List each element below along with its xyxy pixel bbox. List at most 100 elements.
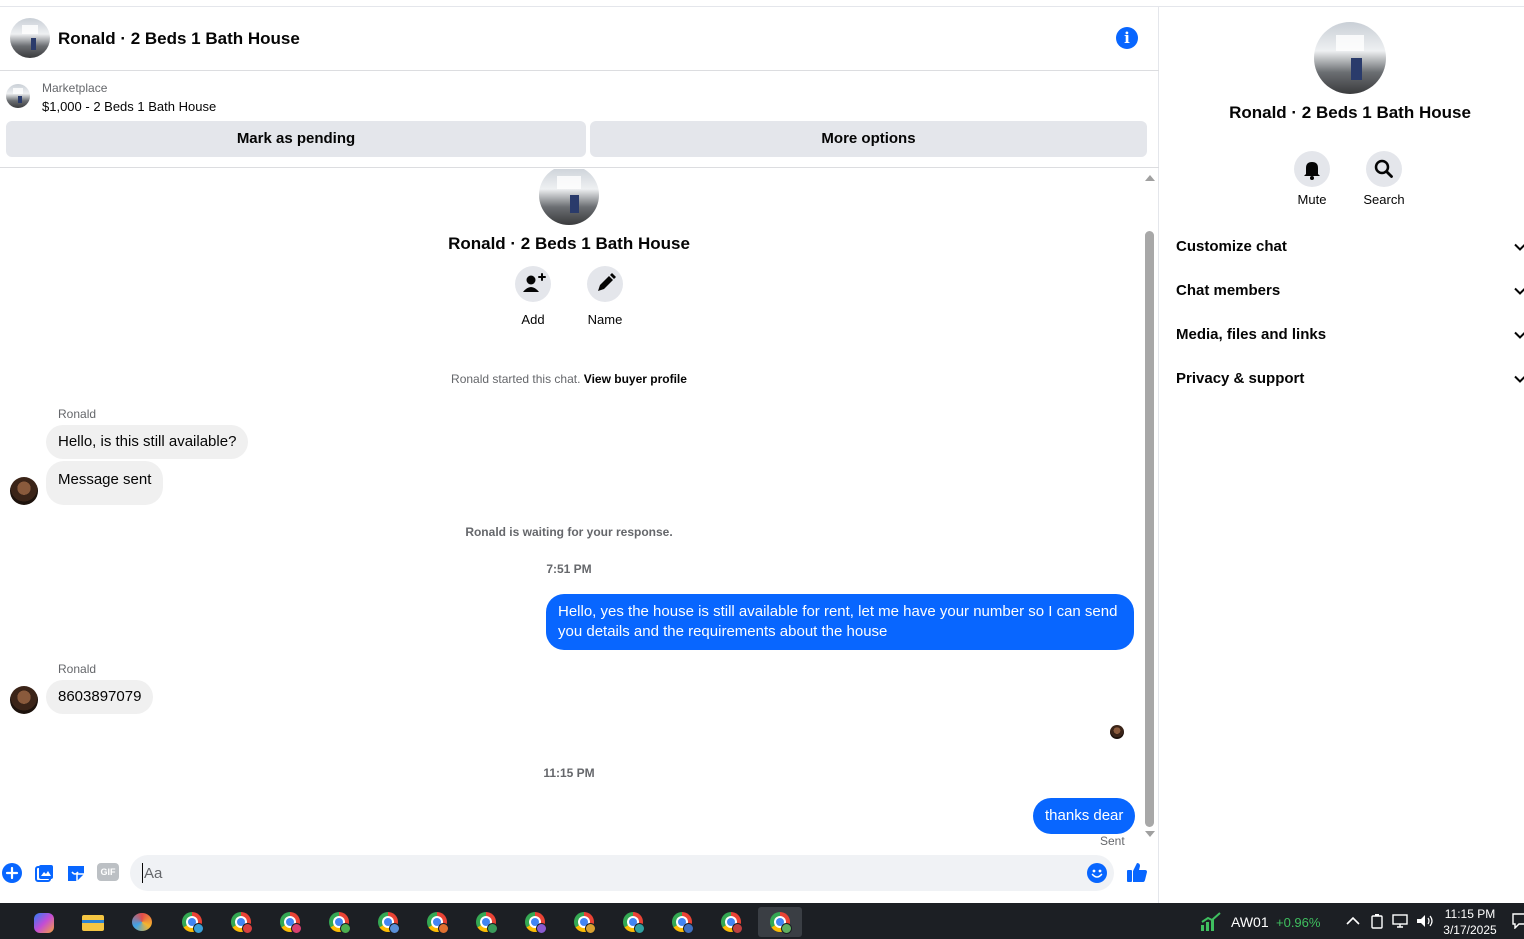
chrome-icon[interactable] <box>660 907 704 937</box>
mute-button[interactable] <box>1294 151 1330 187</box>
timestamp: 11:15 PM <box>543 766 595 780</box>
marketplace-label: Marketplace <box>42 81 108 95</box>
chrome-icon[interactable] <box>219 907 263 937</box>
chrome-icon[interactable] <box>464 907 508 937</box>
details-avatar[interactable] <box>1314 22 1386 94</box>
chat-started-text: Ronald started this chat. <box>451 372 581 386</box>
gif-icon[interactable]: GIF <box>97 863 119 881</box>
message-list[interactable]: Ronald · 2 Beds 1 Bath House Add Name Ro… <box>0 169 1159 853</box>
scroll-down-arrow[interactable] <box>1145 831 1155 837</box>
chat-members-section[interactable]: Chat members <box>1176 269 1524 313</box>
system-clock[interactable]: 11:15 PM 3/17/2025 <box>1440 906 1500 938</box>
intro-avatar <box>539 169 599 225</box>
outgoing-message[interactable]: thanks dear <box>1033 798 1136 834</box>
windows-taskbar: AW01 +0.96% 11:15 PM 3/17/2025 <box>0 903 1524 939</box>
conversation-avatar[interactable] <box>10 18 50 58</box>
photo-icon[interactable] <box>34 863 54 883</box>
thumbs-up-icon[interactable] <box>1126 861 1148 883</box>
sticker-icon[interactable] <box>66 863 86 883</box>
composer: GIF <box>0 853 1159 903</box>
privacy-support-section[interactable]: Privacy & support <box>1176 357 1524 401</box>
chevron-up-icon[interactable] <box>1346 916 1360 926</box>
timestamp: 7:51 PM <box>546 562 592 576</box>
outgoing-message[interactable]: Hello, yes the house is still available … <box>546 594 1134 650</box>
more-options-button[interactable]: More options <box>590 121 1147 157</box>
chrome-icon[interactable] <box>268 907 312 937</box>
waiting-notice: Ronald is waiting for your response. <box>465 525 673 539</box>
search-icon <box>1374 159 1393 178</box>
incoming-message[interactable]: 8603897079 <box>46 680 154 714</box>
chrome-icon[interactable] <box>317 907 361 937</box>
chrome-icon[interactable] <box>415 907 459 937</box>
incoming-message[interactable]: Message sent <box>46 461 164 505</box>
add-member-button[interactable] <box>515 266 551 302</box>
chat-header: Ronald · 2 Beds 1 Bath House i <box>0 7 1159 71</box>
intro-title: Ronald · 2 Beds 1 Bath House <box>448 234 690 253</box>
chevron-down-icon <box>1514 375 1524 383</box>
conversation-title[interactable]: Ronald · 2 Beds 1 Bath House <box>58 29 300 49</box>
marketplace-banner: Marketplace $1,000 - 2 Beds 1 Bath House… <box>0 72 1159 168</box>
scroll-up-arrow[interactable] <box>1145 175 1155 181</box>
chrome-icon[interactable] <box>758 907 802 937</box>
file-explorer-taskbar-icon[interactable] <box>71 907 115 937</box>
media-files-links-section[interactable]: Media, files and links <box>1176 313 1524 357</box>
chevron-down-icon <box>1514 243 1524 251</box>
bell-icon <box>1304 162 1320 180</box>
chrome-icon[interactable] <box>611 907 655 937</box>
clock-time: 11:15 PM <box>1444 907 1496 921</box>
message-scrollbar[interactable] <box>1141 173 1157 845</box>
chevron-down-icon <box>1514 287 1524 295</box>
chat-details-panel: Ronald · 2 Beds 1 Bath House Mute Search… <box>1160 7 1524 903</box>
delivery-status: Sent <box>1100 834 1125 848</box>
battery-icon[interactable] <box>1370 913 1384 929</box>
volume-icon[interactable] <box>1416 914 1434 928</box>
pencil-icon <box>598 273 616 291</box>
chrome-icon[interactable] <box>366 907 410 937</box>
sender-avatar[interactable] <box>10 477 38 505</box>
stock-chart-icon[interactable] <box>1200 912 1222 932</box>
section-label: Privacy & support <box>1176 370 1305 387</box>
notifications-icon[interactable] <box>1512 913 1524 929</box>
chrome-icon[interactable] <box>562 907 606 937</box>
listing-thumbnail[interactable] <box>6 84 30 108</box>
network-icon[interactable] <box>1392 914 1410 928</box>
chrome-icon[interactable] <box>709 907 753 937</box>
search-in-chat-button[interactable] <box>1366 151 1402 187</box>
scroll-thumb[interactable] <box>1145 231 1154 827</box>
search-label: Search <box>1363 192 1405 207</box>
add-label: Add <box>521 312 545 327</box>
add-person-icon <box>523 273 546 292</box>
chat-pane: Ronald · 2 Beds 1 Bath House i Marketpla… <box>0 7 1159 903</box>
stock-ticker[interactable]: AW01 <box>1231 914 1269 930</box>
paint-taskbar-icon[interactable] <box>120 907 164 937</box>
emoji-icon[interactable] <box>1087 863 1107 883</box>
chrome-icon[interactable] <box>170 907 214 937</box>
clock-date: 3/17/2025 <box>1443 923 1497 937</box>
section-label: Chat members <box>1176 282 1281 299</box>
chat-started-notice: Ronald started this chat. View buyer pro… <box>0 372 1138 386</box>
details-title: Ronald · 2 Beds 1 Bath House <box>1229 103 1471 122</box>
message-input[interactable] <box>142 863 1072 883</box>
read-receipt-avatar <box>1110 725 1124 739</box>
name-label: Name <box>587 312 623 327</box>
incoming-message[interactable]: Hello, is this still available? <box>46 425 249 459</box>
plus-icon[interactable] <box>2 863 22 883</box>
stock-change: +0.96% <box>1276 915 1321 930</box>
name-chat-button[interactable] <box>587 266 623 302</box>
sender-avatar[interactable] <box>10 686 38 714</box>
listing-title[interactable]: $1,000 - 2 Beds 1 Bath House <box>42 99 216 114</box>
section-label: Customize chat <box>1176 238 1287 255</box>
sender-name: Ronald <box>58 662 97 676</box>
chevron-down-icon <box>1514 331 1524 339</box>
customize-chat-section[interactable]: Customize chat <box>1176 225 1524 269</box>
view-buyer-profile-link[interactable]: View buyer profile <box>584 372 687 386</box>
copilot-taskbar-icon[interactable] <box>22 907 66 937</box>
sender-name: Ronald <box>58 407 97 421</box>
message-input-wrapper <box>130 855 1114 891</box>
chrome-icon[interactable] <box>513 907 557 937</box>
section-label: Media, files and links <box>1176 326 1327 343</box>
mute-label: Mute <box>1297 192 1327 207</box>
messenger-app: Ronald · 2 Beds 1 Bath House i Marketpla… <box>0 0 1524 903</box>
info-icon[interactable]: i <box>1116 27 1138 49</box>
mark-as-pending-button[interactable]: Mark as pending <box>6 121 586 157</box>
